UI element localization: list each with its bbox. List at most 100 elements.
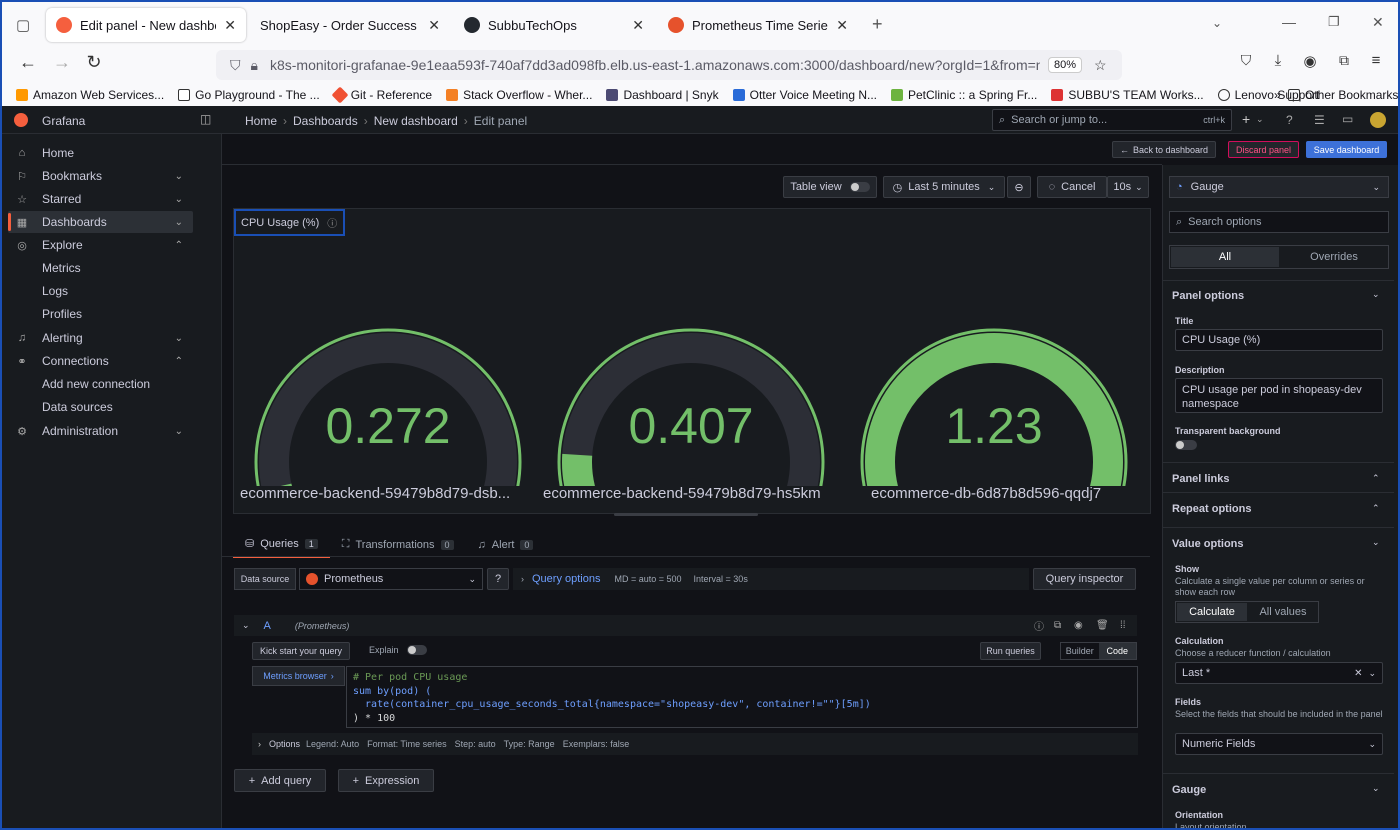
extensions-icon[interactable]: ⧉ [1332, 52, 1356, 69]
pocket-icon[interactable]: ⛉ [1234, 52, 1258, 69]
query-code-editor[interactable]: # Per pod CPU usage sum by(pod) ( rate(c… [346, 666, 1138, 728]
search-input[interactable]: ⌕ Search or jump to... ctrl+k [992, 109, 1232, 131]
sidebar-item-explore[interactable]: ◎ Explore ⌃ [8, 234, 193, 256]
browser-tab-edit-panel[interactable]: Edit panel - New dashboard - D✕ [46, 8, 246, 42]
query-inspector-button[interactable]: Query inspector [1033, 568, 1136, 590]
restore-icon[interactable]: ❐ [1328, 14, 1340, 30]
drag-handle-icon[interactable]: ⁞⁞ [1120, 620, 1126, 631]
trash-icon[interactable]: 🗑︎ [1096, 620, 1109, 631]
close-tab-icon[interactable]: ✕ [428, 17, 440, 34]
bookmark-subbu-team[interactable]: SUBBU'S TEAM Works... [1051, 88, 1204, 102]
panel-options-header[interactable]: Panel options [1172, 290, 1244, 302]
sidebar-item-logs[interactable]: Logs [8, 280, 193, 302]
breadcrumb-home[interactable]: Home [245, 114, 277, 128]
query-options-row[interactable]: › Query options MD = auto = 500 Interval… [513, 568, 1029, 590]
add-expression-button[interactable]: + Expression [338, 769, 434, 792]
chevron-down-icon[interactable]: ⌄ [175, 194, 183, 205]
query-ref[interactable]: A [264, 620, 271, 632]
chevron-down-icon[interactable]: ⌄ [175, 171, 183, 182]
chevron-down-icon[interactable]: ⌄ [242, 620, 250, 631]
code-mode-button[interactable]: Code [1098, 643, 1136, 659]
chevron-up-icon[interactable]: ⌃ [1372, 473, 1380, 484]
kiosk-icon[interactable]: ▭ [1342, 112, 1353, 126]
calculate-button[interactable]: Calculate [1177, 603, 1247, 621]
eye-icon[interactable]: ◉ [1074, 620, 1083, 631]
avatar[interactable] [1370, 112, 1386, 128]
tab-queries[interactable]: ⛁ Queries 1 [233, 534, 330, 558]
kick-start-button[interactable]: Kick start your query [252, 642, 350, 660]
sidebar-item-alerting[interactable]: ♫ Alerting ⌄ [8, 327, 193, 349]
run-queries-button[interactable]: Run queries [980, 642, 1041, 660]
sidebar-item-dashboards[interactable]: ▦ Dashboards ⌄ [8, 211, 193, 233]
all-options-button[interactable]: All [1171, 247, 1279, 267]
chevron-up-icon[interactable]: ⌃ [1372, 503, 1380, 514]
dock-menu-icon[interactable]: ◫ [200, 112, 211, 126]
data-source-help-button[interactable]: ? [487, 568, 509, 590]
downloads-icon[interactable]: ⤓ [1266, 52, 1290, 69]
bookmark-otter[interactable]: Otter Voice Meeting N... [732, 88, 877, 102]
menu-icon[interactable]: ≡ [1364, 52, 1388, 69]
close-tab-icon[interactable]: ✕ [224, 17, 236, 34]
chevron-down-icon[interactable]: ⌄ [1372, 289, 1380, 300]
breadcrumb-new-dashboard[interactable]: New dashboard [374, 114, 458, 128]
overrides-button[interactable]: Overrides [1280, 246, 1388, 268]
description-textarea[interactable]: CPU usage per pod in shopeasy-dev namesp… [1175, 378, 1383, 413]
transparent-background-toggle[interactable] [1175, 440, 1197, 450]
close-window-icon[interactable]: ✕ [1372, 14, 1384, 31]
bookmark-aws[interactable]: Amazon Web Services... [16, 88, 164, 102]
new-tab-icon[interactable]: + [872, 14, 883, 35]
refresh-interval-picker[interactable]: 10s ⌄ [1107, 176, 1149, 198]
sidebar-item-administration[interactable]: ⚙ Administration ⌄ [8, 420, 193, 442]
back-icon[interactable]: ← [16, 52, 40, 73]
tab-alert[interactable]: ♫ Alert 0 [466, 534, 546, 558]
chevron-down-icon[interactable]: ⌄ [1256, 114, 1264, 125]
chevron-down-icon[interactable]: ⌄ [175, 217, 183, 228]
add-query-button[interactable]: + Add query [234, 769, 326, 792]
browser-tab-shopeasy[interactable]: ShopEasy - Order Success ✕ [250, 8, 450, 42]
news-icon[interactable]: ☰ [1314, 113, 1325, 127]
query-row-header[interactable]: ⌄ A (Prometheus) ⓘ ⧉ ◉ 🗑︎ ⁞⁞ [234, 615, 1137, 636]
panel-links-header[interactable]: Panel links [1172, 473, 1229, 485]
tab-overview-icon[interactable]: ▢ [16, 16, 30, 34]
bookmark-petclinic[interactable]: PetClinic :: a Spring Fr... [891, 88, 1037, 102]
data-source-select[interactable]: Prometheus ⌄ [299, 568, 483, 590]
new-plus-icon[interactable]: + [1242, 111, 1250, 127]
sidebar-item-connections[interactable]: ⚭ Connections ⌃ [8, 350, 193, 372]
zoom-level[interactable]: 80% [1047, 57, 1082, 73]
chevron-down-icon[interactable]: ⌄ [175, 333, 183, 344]
query-options-summary[interactable]: › Options Legend: Auto Format: Time seri… [252, 733, 1138, 755]
forward-icon[interactable]: → [50, 52, 74, 73]
visualization-picker[interactable]: ◔ Gauge ⌄ [1169, 176, 1389, 198]
account-icon[interactable]: ◉ [1298, 52, 1322, 70]
tab-transformations[interactable]: ⛶ Transformations 0 [330, 534, 466, 558]
bookmark-git[interactable]: Git - Reference [331, 86, 432, 104]
minimize-icon[interactable]: — [1282, 14, 1296, 30]
clear-icon[interactable]: ✕ [1354, 668, 1362, 679]
table-view-toggle[interactable]: Table view [783, 176, 877, 198]
fields-select[interactable]: Numeric Fields ⌄ [1175, 733, 1383, 755]
query-options-link[interactable]: Query options [532, 573, 600, 585]
sidebar-item-add-new-connection[interactable]: Add new connection [8, 373, 193, 395]
chevron-down-icon[interactable]: ⌄ [175, 426, 183, 437]
sidebar-item-bookmarks[interactable]: ⚐ Bookmarks ⌄ [8, 165, 193, 187]
bookmark-go-playground[interactable]: Go Playground - The ... [178, 88, 320, 102]
sidebar-item-profiles[interactable]: Profiles [8, 303, 193, 325]
value-options-header[interactable]: Value options [1172, 538, 1244, 550]
browser-tab-prometheus[interactable]: Prometheus Time Series Collect✕ [658, 8, 858, 42]
builder-mode-button[interactable]: Builder [1061, 643, 1099, 659]
help-icon[interactable]: ? [1286, 113, 1293, 127]
duplicate-icon[interactable]: ⧉ [1054, 620, 1061, 631]
explain-toggle[interactable]: Explain [369, 645, 427, 655]
sidebar-item-data-sources[interactable]: Data sources [8, 396, 193, 418]
all-values-button[interactable]: All values [1248, 602, 1318, 622]
options-search-input[interactable]: ⌕ Search options [1169, 211, 1389, 233]
close-tab-icon[interactable]: ✕ [632, 17, 644, 34]
reload-icon[interactable]: ↻ [82, 52, 106, 73]
browser-tab-subbutechops[interactable]: SubbuTechOps ✕ [454, 8, 654, 42]
sidebar-item-home[interactable]: ⌂ Home [8, 142, 193, 164]
time-range-picker[interactable]: ◷ Last 5 minutes ⌄ [883, 176, 1005, 198]
sidebar-item-starred[interactable]: ☆ Starred ⌄ [8, 188, 193, 210]
query-help-icon[interactable]: ⓘ [1034, 618, 1044, 633]
sidebar-item-metrics[interactable]: Metrics [8, 257, 193, 279]
chevron-down-icon[interactable]: ⌄ [1372, 537, 1380, 548]
